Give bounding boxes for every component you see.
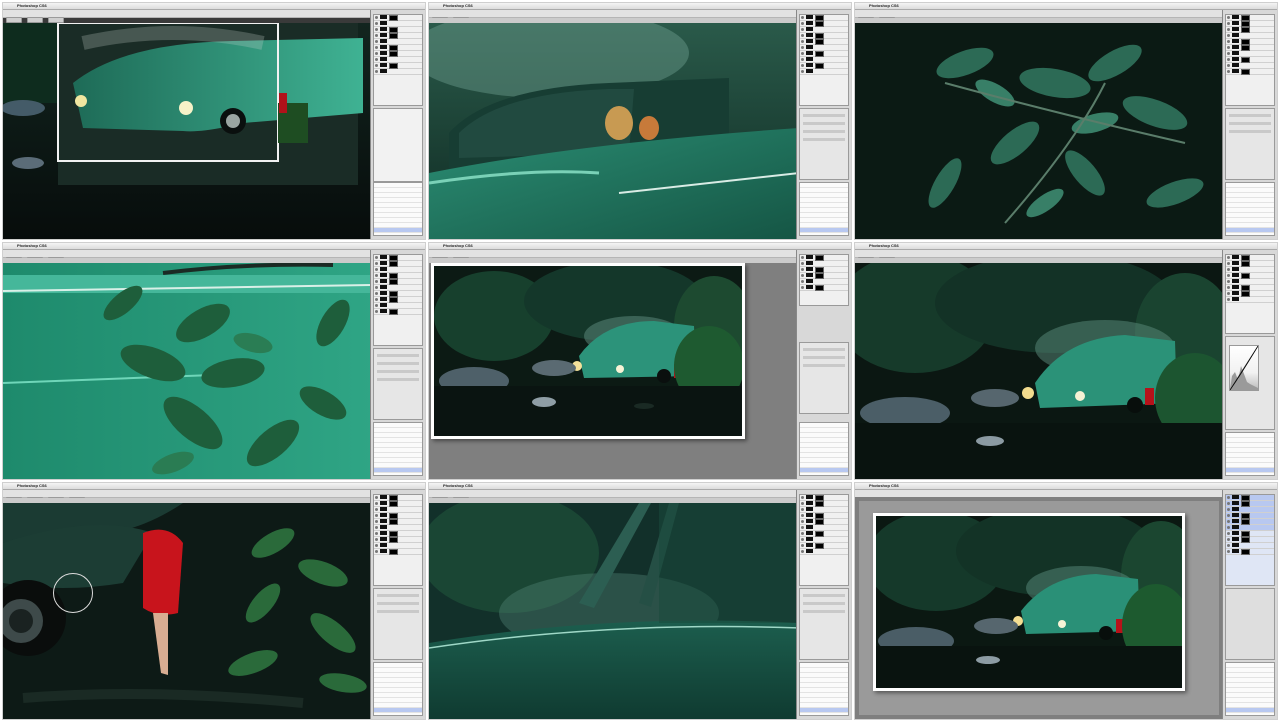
options-bar [3, 10, 425, 23]
app-name: Photoshop CS6 [17, 243, 47, 248]
composite-photo [431, 263, 745, 439]
layers-panel[interactable] [1225, 14, 1275, 106]
options-bar [429, 490, 851, 503]
screenshot-9: Photoshop CS6 [854, 482, 1278, 720]
menu-bar: Photoshop CS6 [429, 483, 851, 490]
properties-panel [1225, 108, 1275, 180]
history-panel[interactable] [373, 662, 423, 716]
panel-dock [1222, 250, 1277, 479]
history-panel[interactable] [373, 182, 423, 236]
app-name: Photoshop CS6 [869, 243, 899, 248]
options-bar [855, 250, 1277, 263]
app-name: Photoshop CS6 [17, 3, 47, 8]
layers-panel[interactable] [373, 494, 423, 586]
layers-panel[interactable] [799, 14, 849, 106]
brush-cursor [53, 573, 93, 613]
menu-bar: Photoshop CS6 [429, 243, 851, 250]
canvas[interactable] [3, 503, 371, 719]
history-panel[interactable] [373, 422, 423, 476]
history-panel[interactable] [1225, 662, 1275, 716]
app-name: Photoshop CS6 [443, 3, 473, 8]
canvas[interactable] [855, 23, 1223, 239]
screenshot-5: Photoshop CS6 [428, 242, 852, 480]
properties-panel [1225, 588, 1275, 660]
panel-dock [370, 250, 425, 479]
panel-dock [370, 10, 425, 239]
history-panel[interactable] [799, 182, 849, 236]
history-panel[interactable] [1225, 182, 1275, 236]
options-bar [3, 250, 425, 263]
screenshot-1: Photoshop CS6 [2, 2, 426, 240]
panel-dock [796, 10, 851, 239]
properties-panel [799, 588, 849, 660]
layers-panel[interactable] [1225, 254, 1275, 334]
options-bar [855, 10, 1277, 23]
layers-panel[interactable] [373, 254, 423, 346]
properties-panel [799, 108, 849, 180]
menu-bar: Photoshop CS6 [429, 3, 851, 10]
curves-histogram[interactable] [1229, 345, 1259, 391]
screenshot-7: Photoshop CS6 [2, 482, 426, 720]
app-name: Photoshop CS6 [443, 483, 473, 488]
layers-panel[interactable] [799, 494, 849, 586]
panel-dock [1222, 490, 1277, 719]
panel-dock [796, 490, 851, 719]
canvas[interactable] [429, 23, 797, 239]
screenshot-6: Photoshop CS6 [854, 242, 1278, 480]
composite-photo [873, 513, 1185, 691]
screenshot-8: Photoshop CS6 [428, 482, 852, 720]
properties-panel [799, 342, 849, 414]
canvas[interactable] [855, 263, 1223, 479]
properties-panel [373, 108, 423, 182]
app-name: Photoshop CS6 [17, 483, 47, 488]
canvas[interactable] [3, 263, 371, 479]
options-bar [3, 490, 425, 503]
menu-bar: Photoshop CS6 [855, 483, 1277, 490]
layers-panel[interactable] [1225, 494, 1275, 586]
screenshot-4: Photoshop CS6 [2, 242, 426, 480]
menu-bar: Photoshop CS6 [3, 243, 425, 250]
menu-bar: Photoshop CS6 [3, 483, 425, 490]
screenshot-3: Photoshop CS6 [854, 2, 1278, 240]
history-panel[interactable] [799, 662, 849, 716]
menu-bar: Photoshop CS6 [855, 243, 1277, 250]
layers-panel[interactable] [373, 14, 423, 106]
canvas[interactable] [855, 497, 1223, 719]
menu-bar: Photoshop CS6 [855, 3, 1277, 10]
app-name: Photoshop CS6 [869, 483, 899, 488]
canvas[interactable] [3, 23, 371, 239]
options-bar [429, 10, 851, 23]
panel-dock [370, 490, 425, 719]
layers-panel[interactable] [799, 254, 849, 306]
panel-dock [1222, 10, 1277, 239]
canvas[interactable] [429, 263, 797, 479]
canvas[interactable] [429, 503, 797, 719]
screenshot-2: Photoshop CS6 [428, 2, 852, 240]
properties-panel [373, 588, 423, 660]
app-name: Photoshop CS6 [869, 3, 899, 8]
options-bar [429, 250, 851, 263]
history-panel[interactable] [1225, 432, 1275, 476]
thumbnail-grid: Photoshop CS6 Photoshop CS6 Photoshop CS… [0, 0, 1279, 721]
app-name: Photoshop CS6 [443, 243, 473, 248]
curves-properties-panel[interactable] [1225, 336, 1275, 430]
menu-bar: Photoshop CS6 [3, 3, 425, 10]
history-panel[interactable] [799, 422, 849, 476]
properties-panel [373, 348, 423, 420]
panel-dock [796, 250, 851, 479]
